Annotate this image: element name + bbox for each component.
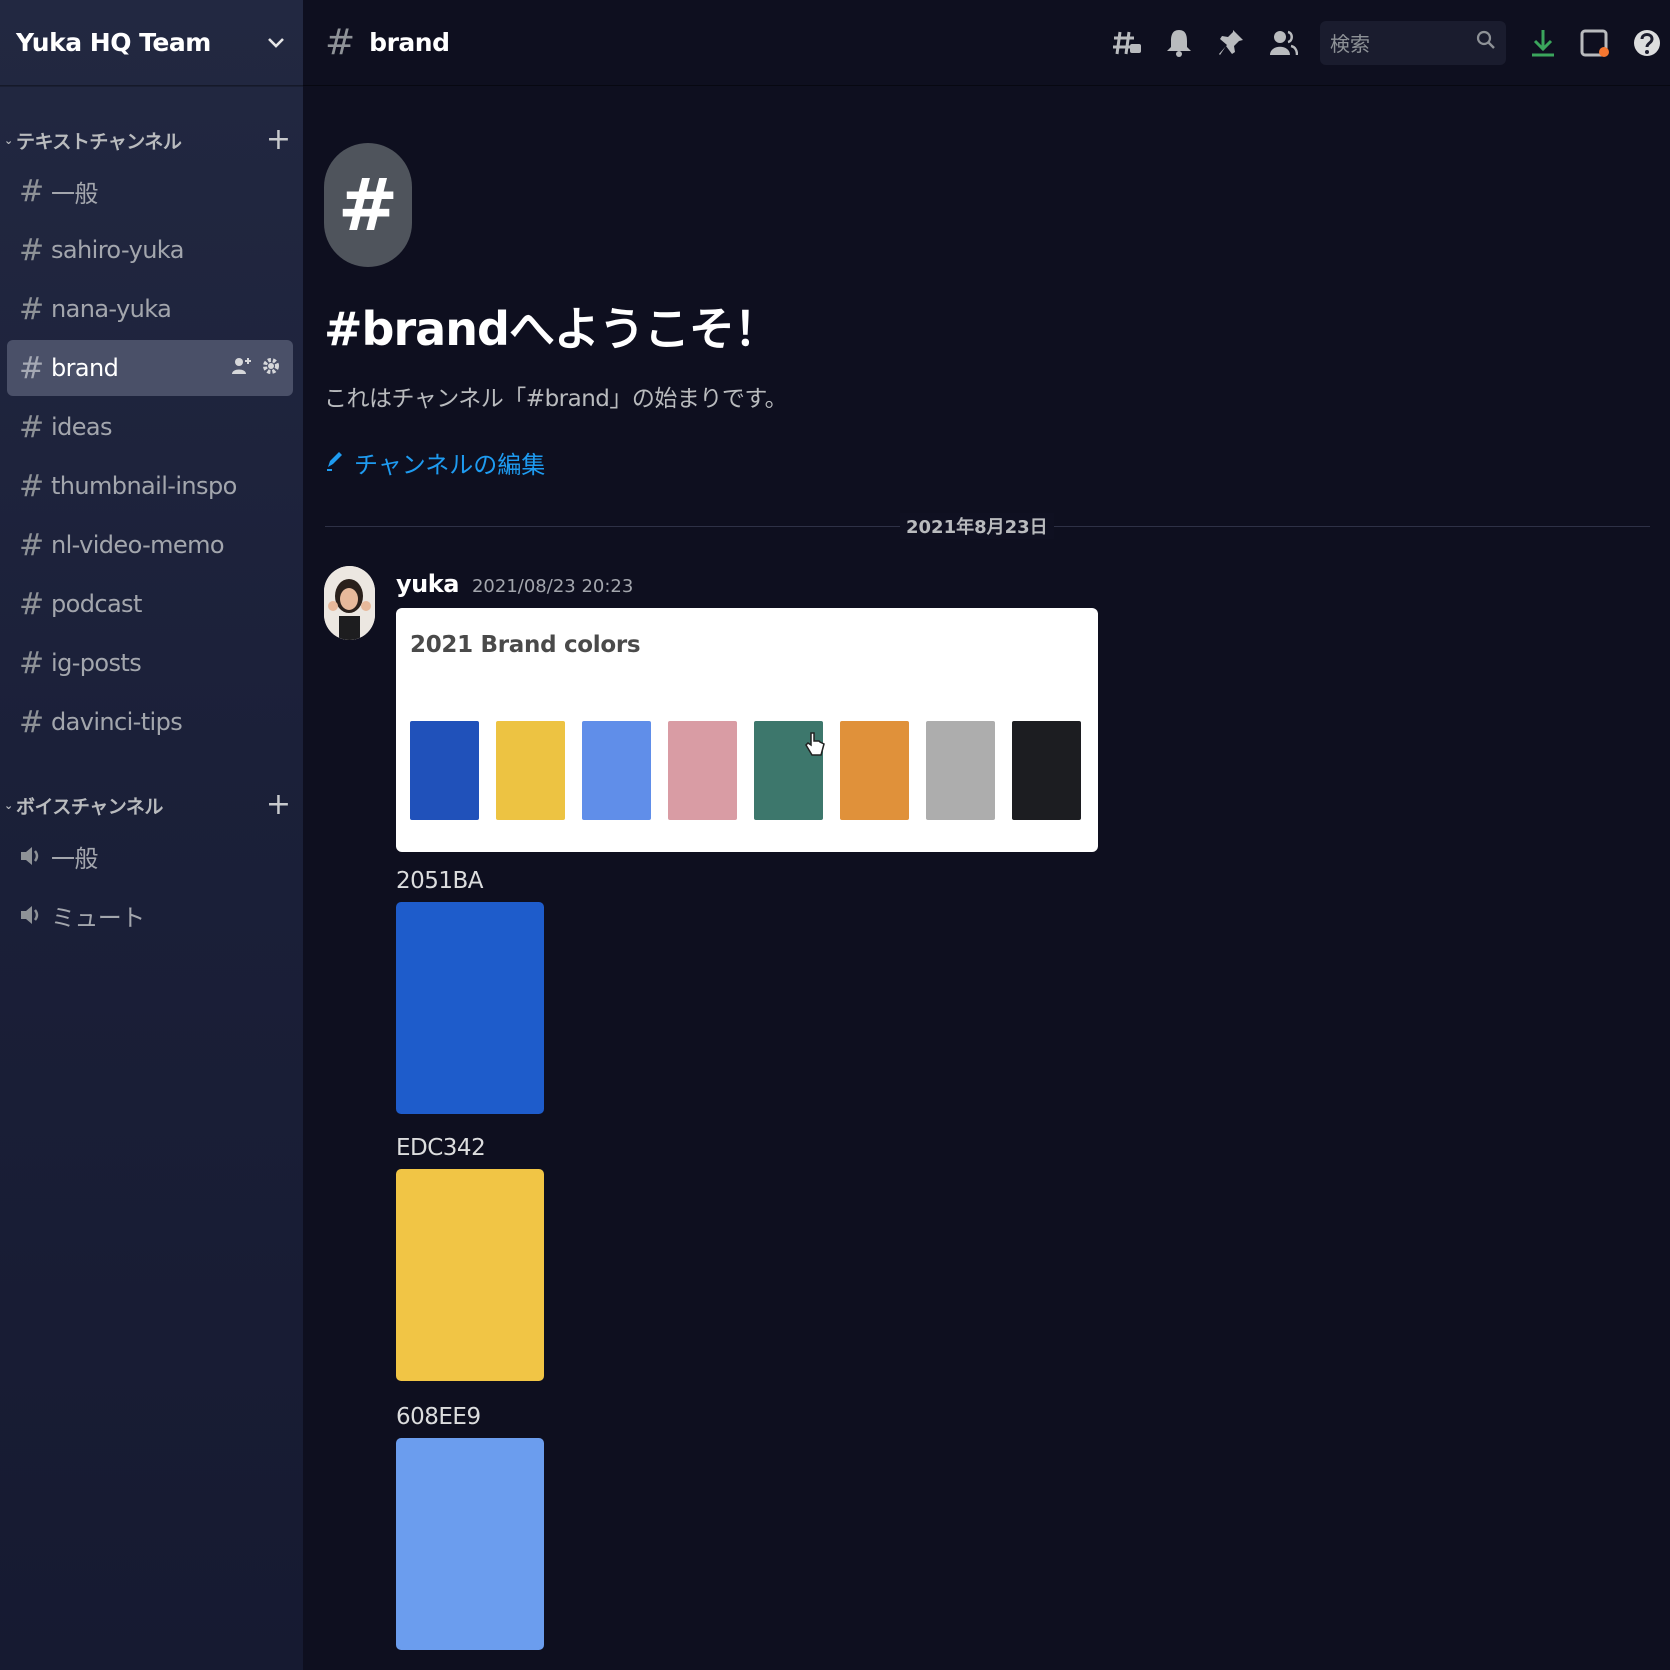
channel-label: ideas [51, 413, 112, 441]
pin-icon[interactable] [1216, 28, 1246, 58]
channel-label: nana-yuka [51, 295, 172, 323]
color-item-blue: 2051BA [396, 868, 544, 1114]
chat-area: # brand 検索 # #brandへようこそ！ これはチャンネル「#bran… [303, 0, 1670, 1670]
text-channel-list: # 一般 # sahiro-yuka # nana-yuka # brand #… [0, 163, 303, 750]
channel-item-brand[interactable]: # brand [7, 340, 293, 396]
color-swatch-8 [1012, 721, 1081, 820]
speaker-icon [19, 845, 51, 867]
color-code-label: EDC342 [396, 1135, 486, 1161]
collapse-arrow-icon[interactable]: ⌄ [4, 799, 16, 812]
hand-cursor-icon [804, 730, 826, 762]
category-label: テキストチャンネル [16, 130, 182, 153]
channel-welcome: # #brandへようこそ！ これはチャンネル「#brand」の始まりです。 チ… [324, 143, 788, 480]
voice-channel-list: 一般 ミュート [0, 828, 303, 943]
search-input[interactable]: 検索 [1320, 20, 1506, 65]
channel-label: ミュート [51, 903, 145, 932]
channel-sidebar: Yuka HQ Team ⌄ テキストチャンネル + # 一般 # sahiro… [0, 0, 303, 1670]
color-swatch-image[interactable] [396, 1438, 544, 1650]
welcome-subtitle: これはチャンネル「#brand」の始まりです。 [324, 386, 788, 412]
edit-channel-label: チャンネルの編集 [354, 451, 546, 479]
bell-icon[interactable] [1164, 28, 1194, 58]
color-code-label: 2051BA [396, 868, 484, 894]
hash-icon: # [19, 645, 45, 681]
gear-icon[interactable] [261, 356, 281, 381]
color-swatch-6 [840, 721, 909, 820]
threads-icon[interactable] [1112, 28, 1142, 58]
server-name: Yuka HQ Team [16, 28, 211, 57]
category-voice-channels[interactable]: ⌄ ボイスチャンネル + [0, 785, 303, 825]
color-swatch-4 [668, 721, 737, 820]
channel-item-general[interactable]: # 一般 [7, 163, 293, 219]
date-divider: 2021年8月23日 [900, 513, 1054, 539]
color-item-light-blue: 608EE9 [396, 1404, 544, 1650]
voice-channel-general[interactable]: 一般 [7, 828, 293, 884]
channel-label: brand [51, 354, 119, 382]
inbox-icon[interactable] [1580, 28, 1610, 58]
speaker-icon [19, 904, 51, 926]
channel-item-nana-yuka[interactable]: # nana-yuka [7, 281, 293, 337]
search-placeholder: 検索 [1330, 32, 1370, 56]
hash-icon: # [19, 173, 45, 209]
add-channel-icon[interactable]: + [266, 125, 291, 155]
hash-icon: # [19, 232, 45, 268]
channel-item-sahiro-yuka[interactable]: # sahiro-yuka [7, 222, 293, 278]
help-icon[interactable] [1632, 28, 1662, 58]
hash-icon: # [19, 291, 45, 327]
card-title: 2021 Brand colors [410, 632, 641, 658]
channel-label: podcast [51, 590, 142, 618]
channel-label: 一般 [51, 844, 98, 873]
hash-icon: # [19, 409, 45, 445]
hash-icon: # [19, 586, 45, 622]
color-item-yellow: EDC342 [396, 1135, 544, 1381]
avatar[interactable] [324, 566, 375, 640]
color-swatch-7 [926, 721, 995, 820]
channel-header: # brand 検索 [303, 0, 1670, 86]
hash-icon: # [19, 527, 45, 563]
color-swatch-image[interactable] [396, 902, 544, 1114]
color-swatch-3 [582, 721, 651, 820]
channel-hash-icon: # [324, 143, 412, 267]
channel-item-ideas[interactable]: # ideas [7, 399, 293, 455]
author-name[interactable]: yuka [396, 570, 459, 598]
server-header[interactable]: Yuka HQ Team [0, 0, 303, 86]
color-swatch-image[interactable] [396, 1169, 544, 1381]
color-code-label: 608EE9 [396, 1404, 481, 1430]
channel-label: ig-posts [51, 649, 142, 677]
hash-icon: # [19, 350, 45, 386]
category-label: ボイスチャンネル [16, 795, 163, 818]
hash-icon: # [19, 468, 45, 504]
channel-label: thumbnail-inspo [51, 472, 237, 500]
brand-colors-image[interactable]: 2021 Brand colors [396, 608, 1098, 852]
color-swatch-2 [496, 721, 565, 820]
welcome-title: #brandへようこそ！ [324, 302, 780, 356]
add-channel-icon[interactable]: + [266, 790, 291, 820]
hash-icon: # [19, 704, 45, 740]
channel-label: nl-video-memo [51, 531, 225, 559]
message-header: yuka 2021/08/23 20:23 [396, 570, 633, 598]
collapse-arrow-icon[interactable]: ⌄ [4, 134, 16, 147]
category-text-channels[interactable]: ⌄ テキストチャンネル + [0, 120, 303, 160]
message-timestamp: 2021/08/23 20:23 [471, 576, 634, 597]
channel-item-nl-video-memo[interactable]: # nl-video-memo [7, 517, 293, 573]
channel-title: brand [369, 28, 450, 57]
color-swatch-1 [410, 721, 479, 820]
download-icon[interactable] [1528, 28, 1558, 58]
channel-label: davinci-tips [51, 708, 183, 736]
voice-channel-mute[interactable]: ミュート [7, 887, 293, 943]
edit-channel-link[interactable]: チャンネルの編集 [324, 445, 787, 480]
channel-item-thumbnail-inspo[interactable]: # thumbnail-inspo [7, 458, 293, 514]
channel-item-davinci-tips[interactable]: # davinci-tips [7, 694, 293, 750]
invite-user-icon[interactable] [231, 356, 253, 381]
discord-app: Yuka HQ Team ⌄ テキストチャンネル + # 一般 # sahiro… [0, 0, 1670, 1670]
search-icon [1476, 30, 1496, 55]
channel-label: sahiro-yuka [51, 236, 184, 264]
channel-item-podcast[interactable]: # podcast [7, 576, 293, 632]
pencil-icon [324, 449, 344, 477]
channel-label: 一般 [51, 179, 98, 208]
swatch-row [410, 721, 1081, 820]
channel-item-ig-posts[interactable]: # ig-posts [7, 635, 293, 691]
member-list-icon[interactable] [1268, 28, 1298, 58]
chevron-down-icon[interactable] [267, 30, 285, 55]
hash-icon: # [325, 22, 356, 63]
